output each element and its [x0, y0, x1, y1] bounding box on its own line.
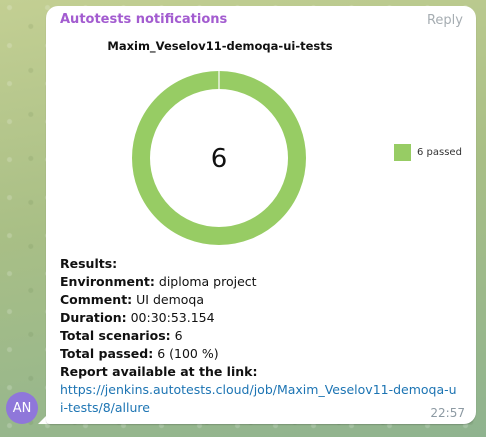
duration-line: Duration: 00:30:53.154: [60, 310, 215, 325]
donut-center-label: 6: [211, 144, 228, 174]
sender-name[interactable]: Autotests notifications: [60, 12, 227, 27]
message-bubble[interactable]: Autotests notifications Reply Maxim_Vese…: [46, 6, 476, 424]
legend-swatch-passed: [394, 144, 411, 161]
message-time: 22:57: [430, 406, 465, 420]
chart-title: Maxim_Veselov11-demoqa-ui-tests: [107, 39, 333, 53]
environment-line: Environment: diploma project: [60, 274, 257, 289]
comment-line: Comment: UI demoqa: [60, 292, 205, 307]
legend-label-passed: 6 passed: [417, 147, 462, 158]
results-heading: Results:: [60, 256, 118, 271]
report-text: Results: Environment: diploma project Co…: [60, 255, 460, 417]
total-passed-line: Total passed: 6 (100 %): [60, 346, 219, 361]
chart-image[interactable]: Maxim_Veselov11-demoqa-ui-tests 6 6 pass…: [46, 36, 476, 248]
report-link-label: Report available at the link:: [60, 364, 258, 379]
chart-legend: 6 passed: [394, 144, 462, 161]
donut-chart: 6: [132, 71, 306, 245]
report-link[interactable]: https://jenkins.autotests.cloud/job/Maxi…: [60, 381, 460, 417]
reply-button[interactable]: Reply: [427, 13, 463, 28]
total-scenarios-line: Total scenarios: 6: [60, 328, 183, 343]
sender-avatar[interactable]: AN: [6, 392, 38, 424]
